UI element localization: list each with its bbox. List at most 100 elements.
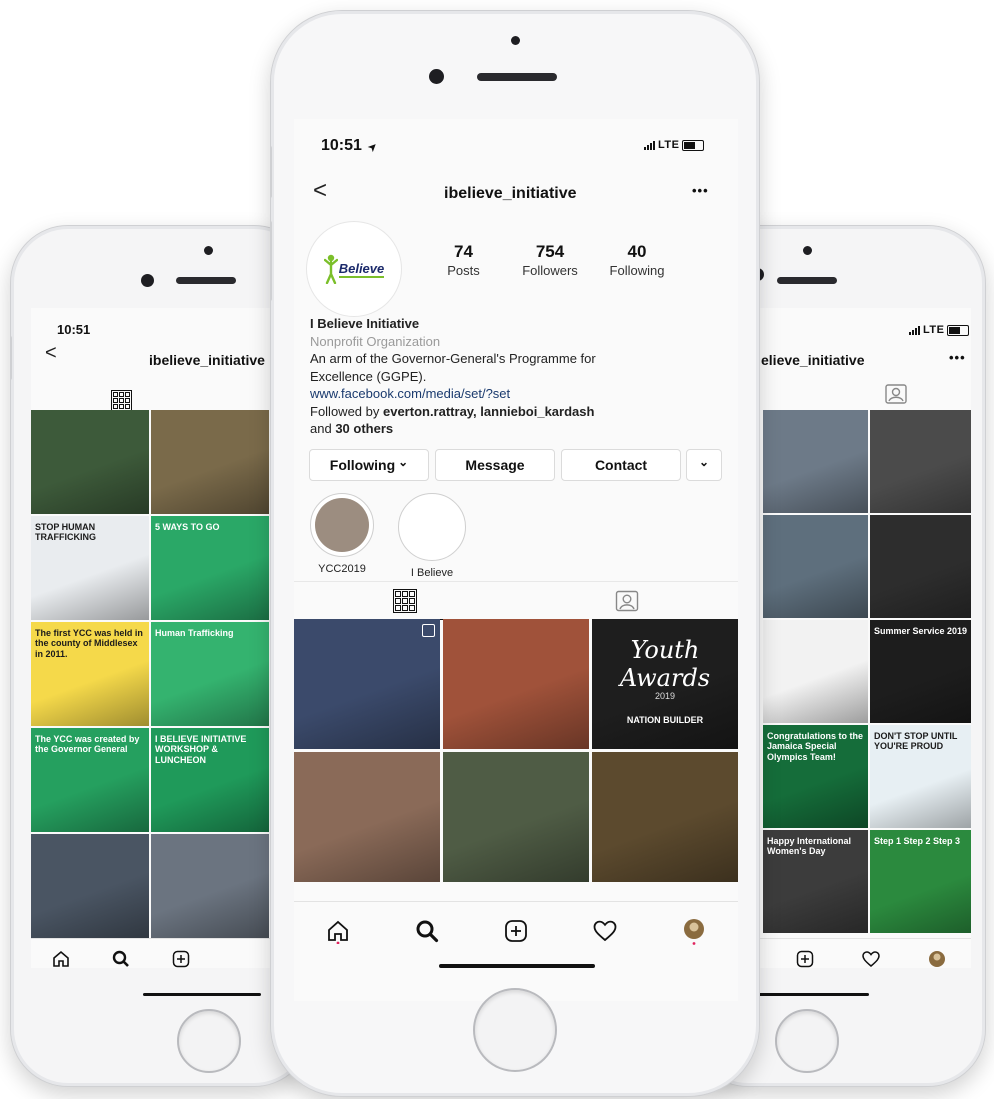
profile-avatar-icon[interactable] bbox=[927, 949, 947, 969]
post-tile[interactable]: DON'T STOP UNTIL YOU'RE PROUD bbox=[870, 725, 971, 828]
profile-link[interactable]: www.facebook.com/media/set/?set bbox=[310, 385, 730, 403]
post-tile[interactable] bbox=[443, 752, 589, 882]
more-options-icon[interactable]: ••• bbox=[949, 350, 966, 365]
search-icon[interactable] bbox=[414, 918, 440, 944]
front-sensor bbox=[803, 246, 812, 255]
followed-by-others[interactable]: and 30 others bbox=[310, 420, 730, 438]
post-tile[interactable]: Human Trafficking bbox=[151, 622, 269, 726]
contact-button[interactable]: Contact bbox=[561, 449, 681, 481]
tagged-icon bbox=[615, 590, 639, 611]
status-time: 10:51 ➤ bbox=[321, 137, 381, 155]
post-tile[interactable] bbox=[151, 410, 269, 514]
location-arrow-icon: ➤ bbox=[366, 140, 381, 155]
following-button[interactable]: Following ⌄ bbox=[309, 449, 429, 481]
bio-line-2: Excellence (GGPE). bbox=[310, 368, 427, 384]
heart-icon[interactable] bbox=[861, 949, 881, 969]
new-post-icon[interactable] bbox=[795, 949, 815, 969]
earpiece bbox=[176, 277, 236, 284]
post-tile[interactable]: Congratulations to the Jamaica Special O… bbox=[763, 725, 868, 828]
post-tile[interactable] bbox=[763, 515, 868, 618]
post-tile[interactable] bbox=[294, 752, 440, 882]
search-icon[interactable] bbox=[111, 949, 131, 969]
post-tile[interactable] bbox=[31, 410, 149, 514]
signal-icon bbox=[909, 325, 920, 335]
stat-following[interactable]: 40 Following bbox=[602, 242, 672, 278]
side-button bbox=[271, 221, 272, 301]
stat-posts-value: 74 bbox=[454, 242, 473, 261]
highlight-ring bbox=[398, 493, 466, 561]
post-tile[interactable]: Step 1 Step 2 Step 3 bbox=[870, 830, 971, 933]
followed-by[interactable]: Followed by everton.rattray, lannieboi_k… bbox=[310, 403, 730, 421]
post-tile[interactable] bbox=[870, 410, 971, 513]
profile-avatar[interactable]: Believe bbox=[306, 221, 402, 317]
tab-tagged[interactable] bbox=[516, 582, 738, 619]
post-tile[interactable] bbox=[763, 410, 868, 513]
post-tile[interactable]: STOP HUMAN TRAFFICKING bbox=[31, 516, 149, 620]
followed-others: 30 others bbox=[335, 421, 394, 436]
center-phone: 10:51 ➤ LTE < ibelieve_initiative ••• Be… bbox=[270, 10, 760, 1097]
bottom-tab-bar bbox=[294, 901, 738, 960]
post-caption: Congratulations to the Jamaica Special O… bbox=[767, 731, 863, 762]
home-indicator bbox=[439, 964, 595, 968]
post-tile[interactable]: The YCC was created by the Governor Gene… bbox=[31, 728, 149, 832]
stat-posts[interactable]: 74 Posts bbox=[436, 242, 491, 278]
post-tile[interactable] bbox=[870, 515, 971, 618]
left-phone: 10:51 < ibelieve_initiative STOP HUMAN T… bbox=[10, 225, 312, 1087]
post-grid: Youth Awards 2019 NATION BUILDER bbox=[294, 619, 738, 882]
heart-icon[interactable] bbox=[592, 918, 618, 944]
stat-followers[interactable]: 754 Followers bbox=[515, 242, 585, 278]
profile-username: ibelieve_initiative bbox=[149, 352, 265, 368]
believe-logo: Believe bbox=[323, 254, 385, 284]
more-options-icon[interactable]: ••• bbox=[692, 183, 709, 198]
highlight-i-believe[interactable]: I Believe bbox=[395, 493, 469, 579]
back-icon[interactable]: < bbox=[45, 342, 57, 365]
new-post-icon[interactable] bbox=[171, 949, 191, 969]
new-post-icon[interactable] bbox=[503, 918, 529, 944]
post-tile[interactable]: Youth Awards 2019 NATION BUILDER bbox=[592, 619, 738, 749]
tagged-tab-icon[interactable] bbox=[885, 384, 907, 409]
post-tile[interactable]: 5 WAYS TO GO bbox=[151, 516, 269, 620]
stat-following-label: Following bbox=[609, 263, 665, 278]
post-tile[interactable] bbox=[763, 620, 868, 723]
post-grid: Summer Service 2019 Congratulations to th… bbox=[763, 410, 971, 933]
grid-tab-icon[interactable] bbox=[111, 384, 132, 411]
status-time: 10:51 bbox=[57, 322, 91, 337]
suggested-chevron-button[interactable]: ⌄ bbox=[686, 449, 722, 481]
post-caption: Youth Awards bbox=[619, 636, 711, 692]
award-year: 2019 bbox=[654, 691, 676, 701]
front-camera bbox=[141, 274, 154, 287]
post-caption: Human Trafficking bbox=[155, 628, 234, 638]
logo-figure-icon bbox=[323, 254, 338, 284]
back-icon[interactable]: < bbox=[313, 177, 327, 205]
earpiece bbox=[777, 277, 837, 284]
tab-grid[interactable] bbox=[294, 582, 516, 620]
logo-text: Believe bbox=[338, 260, 385, 278]
post-grid: STOP HUMAN TRAFFICKING 5 WAYS TO GO The fi… bbox=[31, 410, 271, 938]
post-tile[interactable]: Summer Service 2019 bbox=[870, 620, 971, 723]
post-tile[interactable] bbox=[151, 834, 269, 938]
message-button[interactable]: Message bbox=[435, 449, 555, 481]
stat-following-value: 40 bbox=[627, 242, 647, 261]
home-button[interactable] bbox=[473, 988, 557, 1072]
home-button[interactable] bbox=[177, 1009, 241, 1073]
post-tile[interactable] bbox=[592, 752, 738, 882]
highlight-label: I Believe bbox=[410, 567, 454, 579]
post-tile[interactable]: The first YCC was held in the county of … bbox=[31, 622, 149, 726]
home-icon[interactable] bbox=[51, 949, 71, 969]
post-tile[interactable] bbox=[31, 834, 149, 938]
network-label: LTE bbox=[923, 324, 945, 336]
profile-avatar-icon[interactable] bbox=[681, 917, 707, 945]
post-tile[interactable]: I BELIEVE INITIATIVE WORKSHOP & LUNCHEON bbox=[151, 728, 269, 832]
followed-and: and bbox=[310, 421, 336, 436]
home-button[interactable] bbox=[775, 1009, 839, 1073]
post-tile[interactable]: Happy International Women's Day bbox=[763, 830, 868, 933]
home-icon[interactable] bbox=[325, 918, 351, 944]
bio-line-1: An arm of the Governor-General's Program… bbox=[310, 351, 596, 366]
profile-category: Nonprofit Organization bbox=[310, 333, 441, 349]
post-tile[interactable] bbox=[294, 619, 440, 749]
front-sensor bbox=[511, 36, 520, 45]
post-tile[interactable] bbox=[443, 619, 589, 749]
multiple-posts-icon bbox=[422, 624, 435, 637]
post-caption: The first YCC was held in the county of … bbox=[35, 628, 143, 659]
highlight-ycc2019[interactable]: YCC2019 bbox=[308, 493, 376, 575]
